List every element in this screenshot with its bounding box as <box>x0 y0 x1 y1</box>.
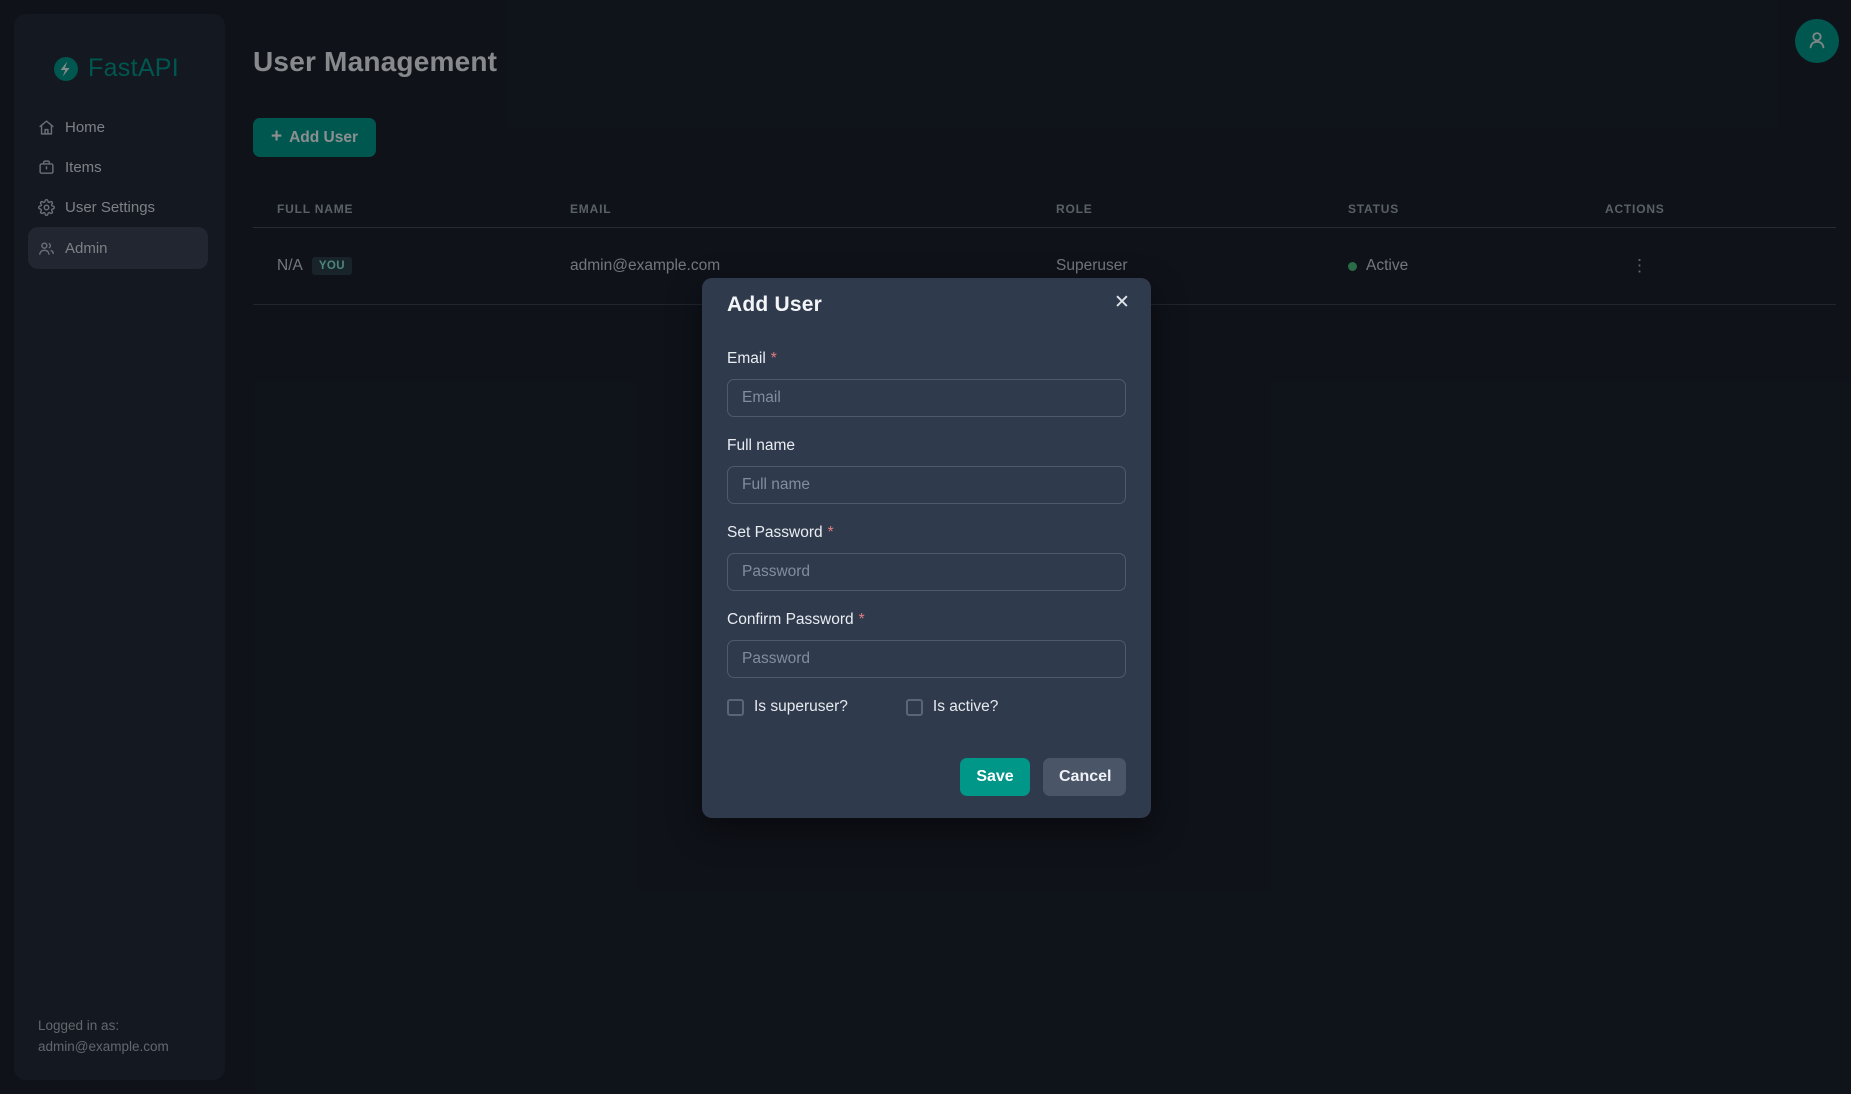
modal-body: Email * Full name Set Password * <box>702 317 1151 716</box>
required-asterisk: * <box>859 611 865 629</box>
add-user-modal: Add User ✕ Email * Full name <box>702 278 1151 818</box>
app-root: FastAPI Home Items User Settings <box>0 0 1851 1094</box>
confirm-password-input[interactable] <box>727 640 1126 678</box>
is-superuser-checkbox-item: Is superuser? <box>727 698 848 716</box>
is-active-checkbox-item: Is active? <box>906 698 998 716</box>
save-button[interactable]: Save <box>960 758 1030 796</box>
email-input[interactable] <box>727 379 1126 417</box>
confirm-password-field-group: Confirm Password * <box>727 611 1126 678</box>
fullname-label: Full name <box>727 437 795 455</box>
email-field-group: Email * <box>727 350 1126 417</box>
fullname-input[interactable] <box>727 466 1126 504</box>
modal-checkbox-row: Is superuser? Is active? <box>727 698 1126 716</box>
cancel-button[interactable]: Cancel <box>1043 758 1126 796</box>
email-label: Email <box>727 350 766 368</box>
close-button[interactable]: ✕ <box>1106 286 1138 318</box>
modal-footer: Save Cancel <box>702 716 1151 802</box>
modal-header: Add User ✕ <box>702 278 1151 317</box>
is-active-checkbox[interactable] <box>906 699 923 716</box>
password-field-group: Set Password * <box>727 524 1126 591</box>
is-superuser-checkbox[interactable] <box>727 699 744 716</box>
fullname-field-group: Full name <box>727 437 1126 504</box>
password-input[interactable] <box>727 553 1126 591</box>
modal-title: Add User <box>727 293 1126 317</box>
required-asterisk: * <box>771 350 777 368</box>
confirm-password-label: Confirm Password <box>727 611 854 629</box>
is-active-label: Is active? <box>933 698 998 716</box>
set-password-label: Set Password <box>727 524 823 542</box>
required-asterisk: * <box>828 524 834 542</box>
is-superuser-label: Is superuser? <box>754 698 848 716</box>
close-icon: ✕ <box>1114 291 1130 314</box>
